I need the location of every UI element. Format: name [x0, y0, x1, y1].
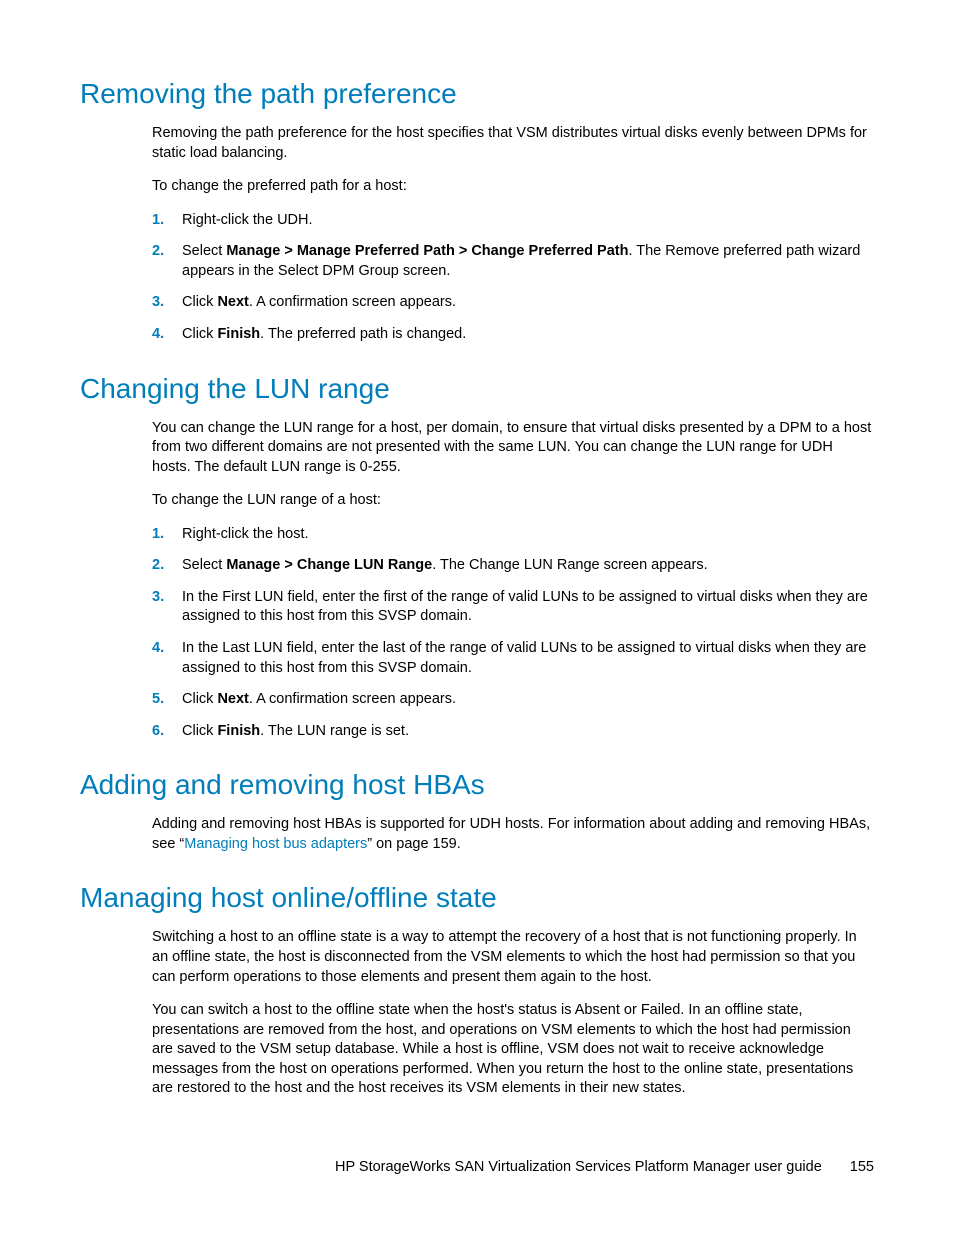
step-item: 2. Select Manage > Manage Preferred Path …	[152, 242, 874, 281]
text-run: Right-click the UDH.	[182, 212, 313, 228]
text-run: Click	[182, 723, 217, 739]
section-body: You can change the LUN range for a host,…	[152, 419, 874, 742]
section: Changing the LUN range You can change the…	[80, 373, 874, 742]
step-number: 6.	[152, 722, 164, 742]
section-body: Adding and removing host HBAs is support…	[152, 815, 874, 854]
step-item: 1. Right-click the UDH.	[152, 211, 874, 231]
step-number: 3.	[152, 588, 164, 608]
text-run: Click	[182, 294, 217, 310]
step-item: 4. Click Finish. The preferred path is ch…	[152, 325, 874, 345]
paragraph: To change the LUN range of a host:	[152, 491, 874, 511]
text-run: Click	[182, 691, 217, 707]
step-item: 6. Click Finish. The LUN range is set.	[152, 722, 874, 742]
section-heading: Changing the LUN range	[80, 373, 874, 405]
section-body: Removing the path preference for the hos…	[152, 124, 874, 345]
section: Removing the path preference Removing the…	[80, 78, 874, 345]
text-run: . A confirmation screen appears.	[249, 294, 456, 310]
step-number: 1.	[152, 211, 164, 231]
step-number: 2.	[152, 242, 164, 262]
cross-ref-link[interactable]: Managing host bus adapters	[184, 836, 367, 852]
step-number: 1.	[152, 525, 164, 545]
paragraph: Switching a host to an offline state is …	[152, 928, 874, 987]
paragraph: Removing the path preference for the hos…	[152, 124, 874, 163]
text-run: Right-click the host.	[182, 526, 309, 542]
step-number: 2.	[152, 556, 164, 576]
text-run: Manage > Change LUN Range	[226, 557, 432, 573]
text-run: In the First LUN field, enter the first …	[182, 589, 868, 625]
text-run: Select	[182, 557, 226, 573]
text-run: Next	[217, 691, 248, 707]
text-run: Click	[182, 326, 217, 342]
step-item: 3. Click Next. A confirmation screen appe…	[152, 293, 874, 313]
text-run: Next	[217, 294, 248, 310]
section-heading: Adding and removing host HBAs	[80, 769, 874, 801]
text-run: Select	[182, 243, 226, 259]
text-run: . The Change LUN Range screen appears.	[432, 557, 707, 573]
text-run: Manage > Manage Preferred Path > Change …	[226, 243, 628, 259]
paragraph: You can switch a host to the offline sta…	[152, 1001, 874, 1099]
step-item: 1. Right-click the host.	[152, 525, 874, 545]
paragraph: Adding and removing host HBAs is support…	[152, 815, 874, 854]
step-item: 4. In the Last LUN field, enter the last …	[152, 639, 874, 678]
section: Adding and removing host HBAs Adding and …	[80, 769, 874, 854]
step-item: 5. Click Next. A confirmation screen appe…	[152, 690, 874, 710]
step-number: 4.	[152, 325, 164, 345]
page-number: 155	[850, 1159, 874, 1175]
step-list: 1. Right-click the UDH. 2. Select Manage > …	[152, 211, 874, 345]
section-body: Switching a host to an offline state is …	[152, 928, 874, 1099]
text-run: ” on page 159.	[367, 836, 461, 852]
step-number: 3.	[152, 293, 164, 313]
text-run: Finish	[217, 326, 260, 342]
step-number: 5.	[152, 690, 164, 710]
step-item: 2. Select Manage > Change LUN Range. The …	[152, 556, 874, 576]
page-footer: HP StorageWorks SAN Virtualization Servi…	[0, 1159, 874, 1175]
section-heading: Managing host online/offline state	[80, 882, 874, 914]
step-list: 1. Right-click the host. 2. Select Manage >…	[152, 525, 874, 742]
section-heading: Removing the path preference	[80, 78, 874, 110]
step-item: 3. In the First LUN field, enter the firs…	[152, 588, 874, 627]
footer-title: HP StorageWorks SAN Virtualization Servi…	[335, 1159, 822, 1175]
page: Removing the path preference Removing the…	[0, 0, 954, 1235]
text-run: . A confirmation screen appears.	[249, 691, 456, 707]
text-run: Finish	[217, 723, 260, 739]
text-run: . The LUN range is set.	[260, 723, 409, 739]
paragraph: You can change the LUN range for a host,…	[152, 419, 874, 478]
paragraph: To change the preferred path for a host:	[152, 177, 874, 197]
text-run: In the Last LUN field, enter the last of…	[182, 640, 866, 676]
step-number: 4.	[152, 639, 164, 659]
section: Managing host online/offline state Switch…	[80, 882, 874, 1099]
text-run: . The preferred path is changed.	[260, 326, 466, 342]
